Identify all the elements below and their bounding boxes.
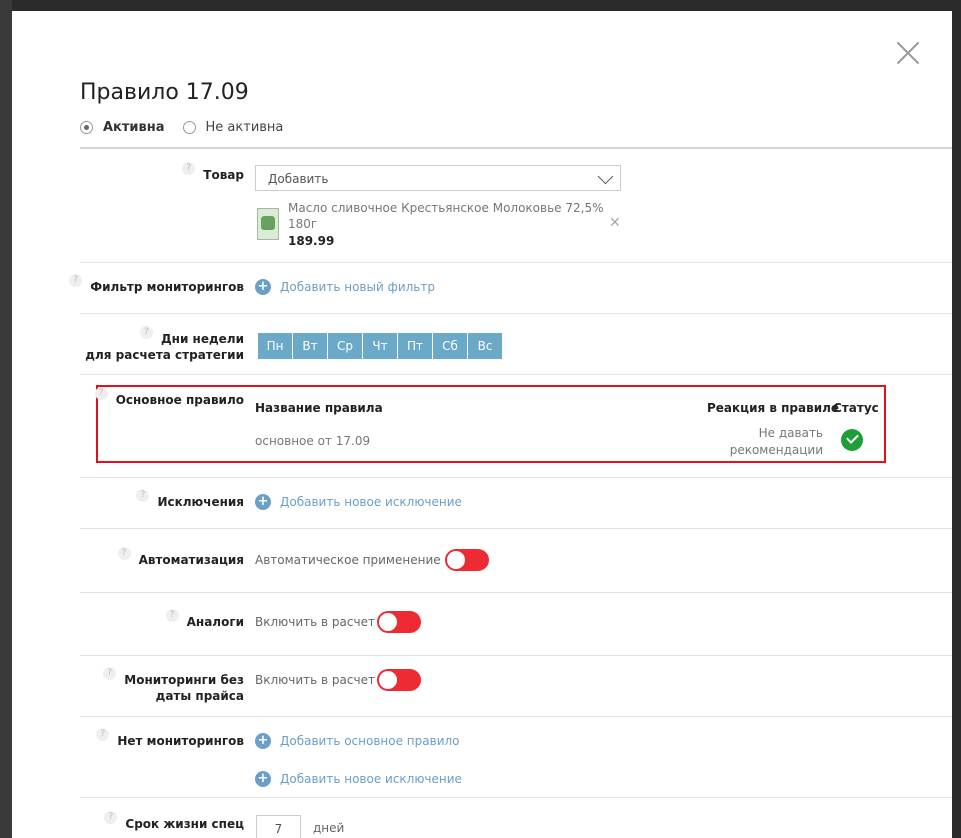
radio-dot-icon — [80, 121, 93, 134]
divider — [80, 528, 952, 529]
col-header-name: Название правила — [255, 401, 383, 415]
help-icon[interactable]: ? — [117, 547, 131, 560]
divider — [80, 592, 952, 593]
help-icon[interactable]: ? — [96, 728, 110, 741]
day-button-sun[interactable]: Вс — [468, 333, 502, 359]
col-header-status: Статус — [833, 401, 879, 415]
monitorings-no-date-text: Включить в расчет — [255, 673, 375, 687]
status-ok-icon — [841, 429, 863, 451]
add-exception-link-2[interactable]: + Добавить новое исключение — [255, 771, 462, 787]
help-icon[interactable]: ? — [103, 667, 117, 680]
radio-inactive-label: Не активна — [205, 120, 284, 135]
day-button-thu[interactable]: Чт — [363, 333, 397, 359]
product-price: 189.99 — [288, 234, 335, 248]
exceptions-label: ? Исключения — [136, 489, 244, 510]
help-icon[interactable]: ? — [165, 609, 179, 622]
day-button-wed[interactable]: Ср — [328, 333, 362, 359]
add-filter-link[interactable]: + Добавить новый фильтр — [255, 279, 435, 295]
lifetime-unit: дней — [313, 821, 345, 835]
rule-reaction-cell: Не давать рекомендации — [729, 426, 823, 457]
no-monitorings-label: ? Нет мониторингов — [96, 728, 244, 749]
divider — [80, 147, 952, 149]
product-image — [257, 208, 279, 240]
status-radio-group: Активна Не активна — [80, 120, 301, 135]
automation-text: Автоматическое применение — [255, 553, 441, 567]
radio-active-label: Активна — [103, 120, 165, 135]
radio-active[interactable]: Активна — [80, 120, 165, 135]
analogs-text: Включить в расчет — [255, 615, 375, 629]
radio-dot-icon — [182, 121, 196, 134]
product-label: ? Товар — [182, 162, 244, 183]
plus-icon: + — [255, 771, 271, 787]
divider — [80, 716, 952, 717]
analogs-toggle[interactable] — [377, 611, 421, 633]
automation-label: ? Автоматизация — [117, 547, 244, 568]
help-icon[interactable]: ? — [104, 811, 118, 824]
divider — [80, 313, 952, 314]
divider — [80, 655, 952, 656]
help-icon[interactable]: ? — [182, 162, 196, 175]
help-icon[interactable]: ? — [94, 387, 108, 400]
lifetime-input[interactable]: 7 — [256, 815, 301, 838]
remove-product-icon[interactable]: ✕ — [609, 215, 621, 231]
rule-modal: Правило 17.09 Активна Не активна ? Товар … — [12, 11, 952, 838]
chevron-down-icon — [597, 168, 614, 185]
analogs-label: ? Аналоги — [165, 609, 244, 630]
day-button-mon[interactable]: Пн — [258, 333, 292, 359]
toggle-knob — [447, 551, 465, 569]
toggle-knob — [379, 671, 397, 689]
weekday-buttons: Пн Вт Ср Чт Пт Сб Вс — [258, 333, 503, 359]
help-icon[interactable]: ? — [69, 274, 83, 287]
divider — [80, 262, 952, 263]
day-button-tue[interactable]: Вт — [293, 333, 327, 359]
background-overlay — [0, 0, 12, 838]
add-exception-link[interactable]: + Добавить новое исключение — [255, 494, 462, 510]
help-icon[interactable]: ? — [139, 326, 153, 339]
day-button-sat[interactable]: Сб — [433, 333, 467, 359]
automation-toggle[interactable] — [445, 549, 489, 571]
help-icon[interactable]: ? — [136, 489, 150, 502]
plus-icon: + — [255, 279, 271, 295]
product-name: Масло сливочное Крестьянское Молоковье 7… — [288, 201, 604, 231]
toggle-knob — [379, 613, 397, 631]
weekdays-label: ? Дни недели для расчета стратегии — [85, 326, 244, 362]
lifetime-label: ? Срок жизни спец — [104, 811, 244, 832]
monitoring-filter-label: ? Фильтр мониторингов — [69, 274, 244, 295]
rule-name-cell[interactable]: основное от 17.09 — [255, 433, 370, 450]
radio-inactive[interactable]: Не активна — [182, 120, 284, 135]
add-main-rule-link[interactable]: + Добавить основное правило — [255, 733, 460, 749]
close-icon[interactable] — [895, 40, 921, 66]
plus-icon: + — [255, 494, 271, 510]
col-header-reaction: Реакция в правиле — [707, 401, 840, 415]
product-select[interactable]: Добавить — [255, 165, 621, 191]
monitorings-no-date-toggle[interactable] — [377, 669, 421, 691]
product-select-placeholder: Добавить — [268, 172, 329, 186]
main-rule-label: ? Основное правило — [94, 387, 244, 408]
divider — [80, 797, 952, 798]
day-button-fri[interactable]: Пт — [398, 333, 432, 359]
monitorings-no-date-label: ? Мониторинги без даты прайса — [103, 667, 244, 704]
modal-title: Правило 17.09 — [80, 80, 249, 105]
divider — [80, 477, 952, 478]
divider — [80, 374, 952, 375]
plus-icon: + — [255, 733, 271, 749]
